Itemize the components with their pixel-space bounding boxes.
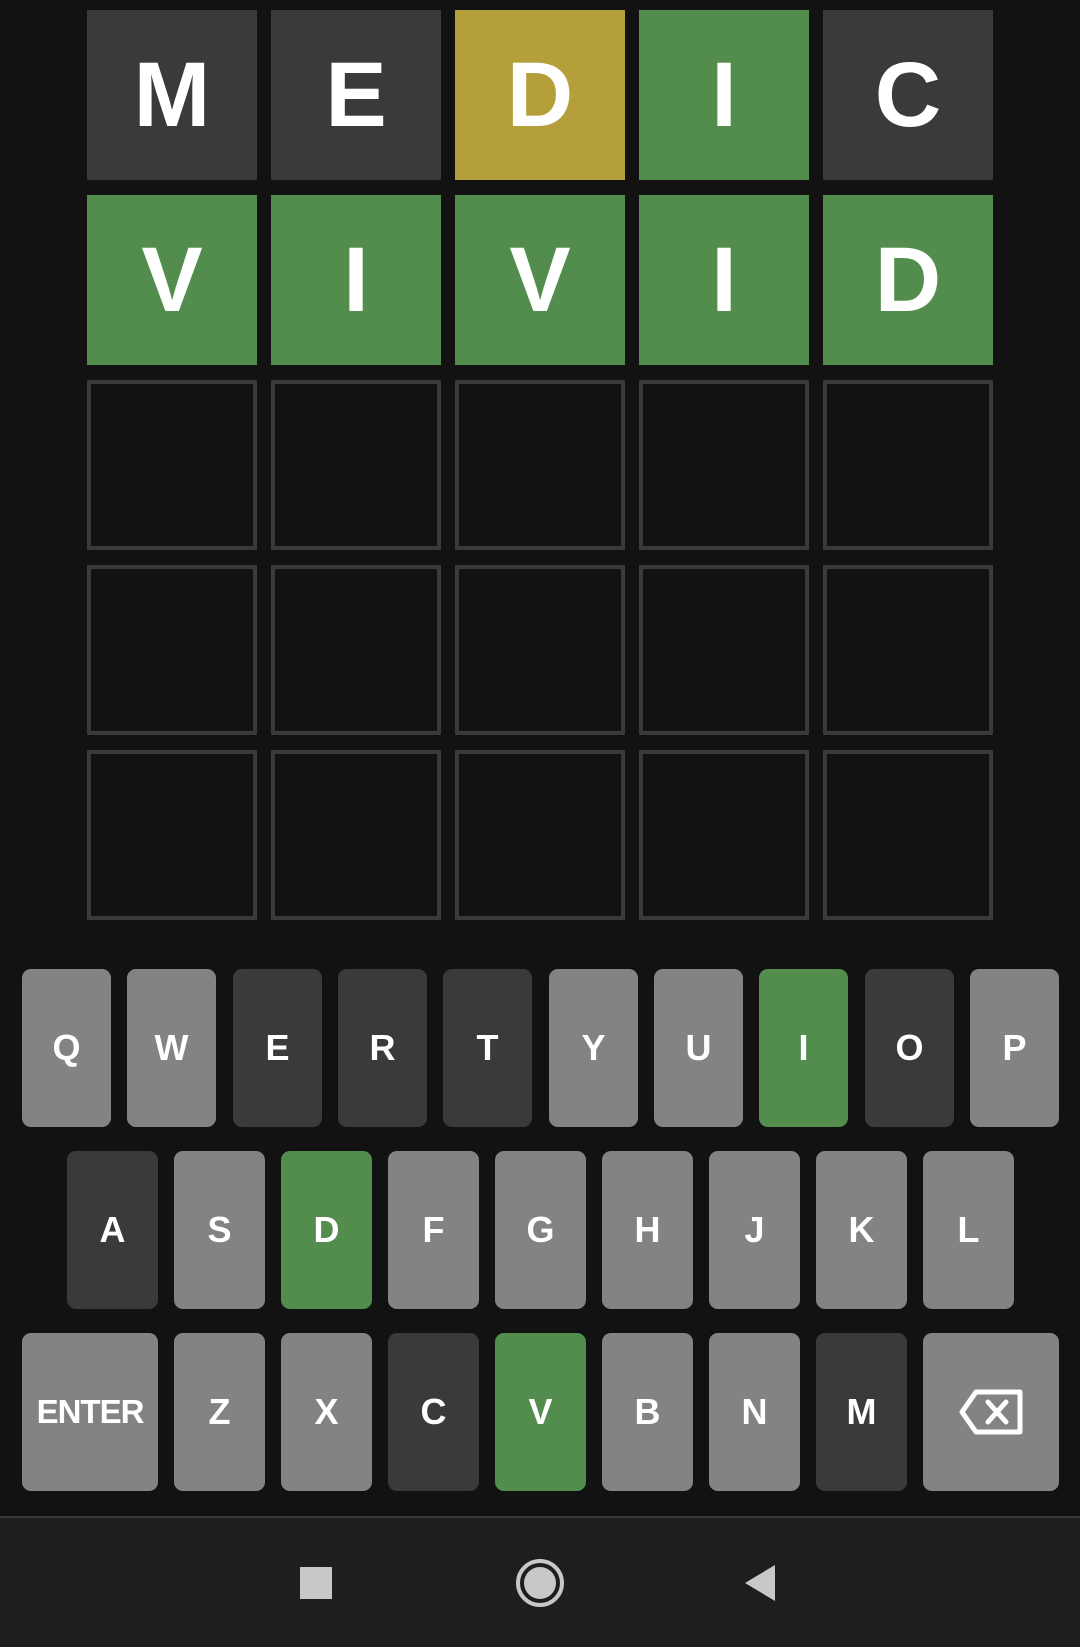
- key-v[interactable]: V: [495, 1333, 586, 1491]
- key-r[interactable]: R: [338, 969, 427, 1127]
- tile: [455, 380, 625, 550]
- tile: V: [455, 195, 625, 365]
- board-row: M E D I C: [87, 10, 994, 180]
- tile: M: [87, 10, 257, 180]
- system-navigation-bar: [0, 1516, 1080, 1647]
- square-icon: [300, 1566, 332, 1599]
- tile: [87, 565, 257, 735]
- key-f[interactable]: F: [388, 1151, 479, 1309]
- tile: [87, 380, 257, 550]
- tile: D: [455, 10, 625, 180]
- game-board: M E D I C V I V I D: [87, 10, 994, 935]
- tile: [639, 565, 809, 735]
- keyboard-row-2: A S D F G H J K L: [0, 1151, 1080, 1309]
- tile: [639, 380, 809, 550]
- key-n[interactable]: N: [709, 1333, 800, 1491]
- tile: [271, 750, 441, 920]
- key-t[interactable]: T: [443, 969, 532, 1127]
- board-row: [87, 565, 994, 735]
- on-screen-keyboard: Q W E R T Y U I O P A S D F G H J K L EN…: [0, 969, 1080, 1515]
- home-button[interactable]: [480, 1518, 600, 1647]
- tile: [271, 380, 441, 550]
- key-u[interactable]: U: [654, 969, 743, 1127]
- tile: [87, 750, 257, 920]
- keyboard-row-3: ENTER Z X C V B N M: [0, 1333, 1080, 1491]
- key-y[interactable]: Y: [549, 969, 638, 1127]
- key-k[interactable]: K: [816, 1151, 907, 1309]
- tile: [639, 750, 809, 920]
- circle-icon: [516, 1558, 564, 1607]
- key-m[interactable]: M: [816, 1333, 907, 1491]
- backspace-key[interactable]: [923, 1333, 1059, 1491]
- key-s[interactable]: S: [174, 1151, 265, 1309]
- tile: [823, 750, 993, 920]
- board-row: [87, 750, 994, 920]
- back-button[interactable]: [700, 1518, 820, 1647]
- key-b[interactable]: B: [602, 1333, 693, 1491]
- key-a[interactable]: A: [67, 1151, 158, 1309]
- key-e[interactable]: E: [233, 969, 322, 1127]
- tile: [271, 565, 441, 735]
- key-x[interactable]: X: [281, 1333, 372, 1491]
- tile: I: [271, 195, 441, 365]
- key-z[interactable]: Z: [174, 1333, 265, 1491]
- key-q[interactable]: Q: [22, 969, 111, 1127]
- key-o[interactable]: O: [865, 969, 954, 1127]
- tile: I: [639, 10, 809, 180]
- backspace-icon: [959, 1389, 1023, 1435]
- key-h[interactable]: H: [602, 1151, 693, 1309]
- tile: D: [823, 195, 993, 365]
- tile: E: [271, 10, 441, 180]
- keyboard-row-1: Q W E R T Y U I O P: [0, 969, 1080, 1127]
- triangle-back-icon: [745, 1564, 775, 1601]
- tile: [455, 750, 625, 920]
- tile: V: [87, 195, 257, 365]
- tile: C: [823, 10, 993, 180]
- tile: [823, 380, 993, 550]
- tile: [455, 565, 625, 735]
- key-w[interactable]: W: [127, 969, 216, 1127]
- key-l[interactable]: L: [923, 1151, 1014, 1309]
- tile: [823, 565, 993, 735]
- board-row: V I V I D: [87, 195, 994, 365]
- key-i[interactable]: I: [759, 969, 848, 1127]
- key-j[interactable]: J: [709, 1151, 800, 1309]
- key-d[interactable]: D: [281, 1151, 372, 1309]
- board-row: [87, 380, 994, 550]
- tile: I: [639, 195, 809, 365]
- key-c[interactable]: C: [388, 1333, 479, 1491]
- recents-button[interactable]: [256, 1518, 376, 1647]
- key-p[interactable]: P: [970, 969, 1059, 1127]
- enter-key[interactable]: ENTER: [22, 1333, 158, 1491]
- key-g[interactable]: G: [495, 1151, 586, 1309]
